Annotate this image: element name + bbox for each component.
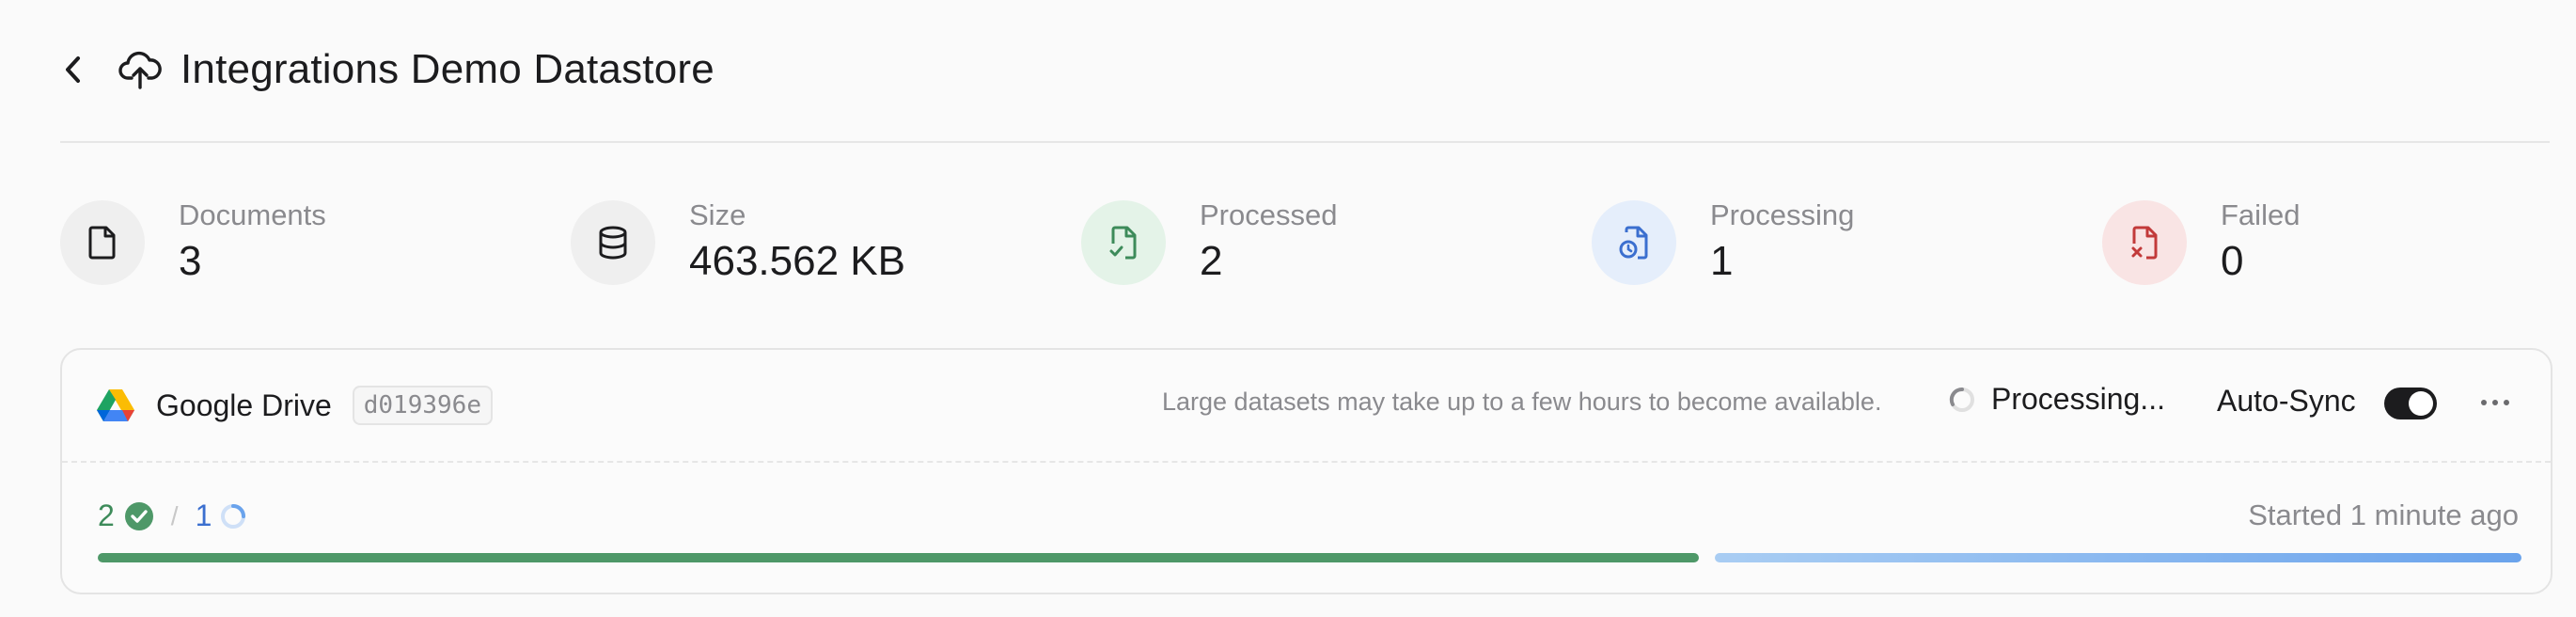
autosync-toggle[interactable] <box>2384 388 2437 419</box>
header-divider <box>60 141 2550 143</box>
stat-value: 2 <box>1200 238 1223 284</box>
loading-circle-icon <box>221 503 246 529</box>
processed-count: 2 <box>98 498 115 532</box>
datastore-page: Integrations Demo Datastore Documents 3 <box>0 0 2576 617</box>
stat-processing: Processing 1 <box>1592 196 1854 290</box>
stat-label: Documents <box>179 198 326 231</box>
spinner-icon <box>1949 387 1974 412</box>
more-horizontal-icon <box>2481 400 2509 405</box>
started-time: Started 1 minute ago <box>2248 498 2519 531</box>
stat-label: Processed <box>1200 198 1338 231</box>
stats-row: Documents 3 Size 463.562 KB Processed 2 … <box>60 196 2550 290</box>
stat-processed: Processed 2 <box>1081 196 1337 290</box>
database-icon <box>571 200 655 285</box>
sync-notice: Large datasets may take up to a few hour… <box>1162 388 1882 416</box>
processing-progress-bar <box>1715 553 2521 562</box>
stat-label: Failed <box>2221 198 2301 231</box>
file-clock-icon <box>1592 200 1676 285</box>
stat-label: Size <box>689 198 746 231</box>
stat-value: 463.562 KB <box>689 238 905 284</box>
integration-card: Google Drive d019396e Large datasets may… <box>60 348 2552 594</box>
file-x-icon <box>2102 200 2187 285</box>
sync-status: Processing... <box>1948 382 2165 417</box>
stat-documents: Documents 3 <box>60 196 326 290</box>
toggle-knob <box>2409 391 2433 416</box>
card-divider <box>62 461 2551 463</box>
stat-label: Processing <box>1710 198 1855 231</box>
file-icon <box>60 200 145 285</box>
check-circle-icon <box>124 501 153 530</box>
processing-count: 1 <box>195 498 212 532</box>
file-check-icon <box>1081 200 1166 285</box>
processed-progress-bar <box>98 553 1699 562</box>
back-button[interactable] <box>60 51 86 88</box>
source-id-badge: d019396e <box>352 386 493 425</box>
google-drive-icon <box>97 389 134 421</box>
stat-value: 1 <box>1710 238 1734 284</box>
stat-value: 3 <box>179 238 202 284</box>
cloud-upload-icon <box>118 47 164 92</box>
progress-counts: 2 / 1 <box>98 498 247 533</box>
autosync-label: Auto-Sync <box>2217 384 2356 418</box>
page-header: Integrations Demo Datastore <box>60 34 2550 105</box>
page-title: Integrations Demo Datastore <box>181 46 715 92</box>
stat-value: 0 <box>2221 238 2244 284</box>
stat-size: Size 463.562 KB <box>571 196 905 290</box>
status-text: Processing... <box>1991 382 2165 416</box>
count-separator: / <box>170 500 179 530</box>
stat-failed: Failed 0 <box>2102 196 2300 290</box>
chevron-left-icon <box>66 56 80 83</box>
source-name: Google Drive <box>156 388 332 422</box>
more-options-button[interactable] <box>2476 384 2514 421</box>
